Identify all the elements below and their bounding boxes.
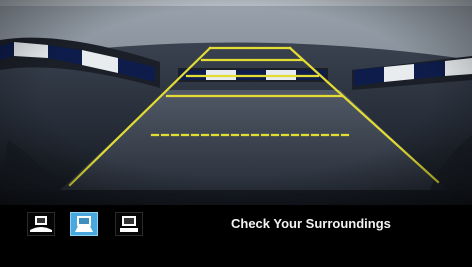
camera-image — [0, 0, 472, 205]
top-down-view-button[interactable] — [115, 212, 143, 236]
wide-view-icon — [30, 216, 52, 232]
wide-view-button[interactable] — [27, 212, 55, 236]
rear-camera-feed — [0, 0, 472, 205]
normal-view-button[interactable] — [70, 212, 98, 236]
normal-view-icon — [75, 216, 93, 232]
status-message: Check Your Surroundings — [231, 216, 391, 231]
top-down-view-icon — [120, 216, 138, 232]
